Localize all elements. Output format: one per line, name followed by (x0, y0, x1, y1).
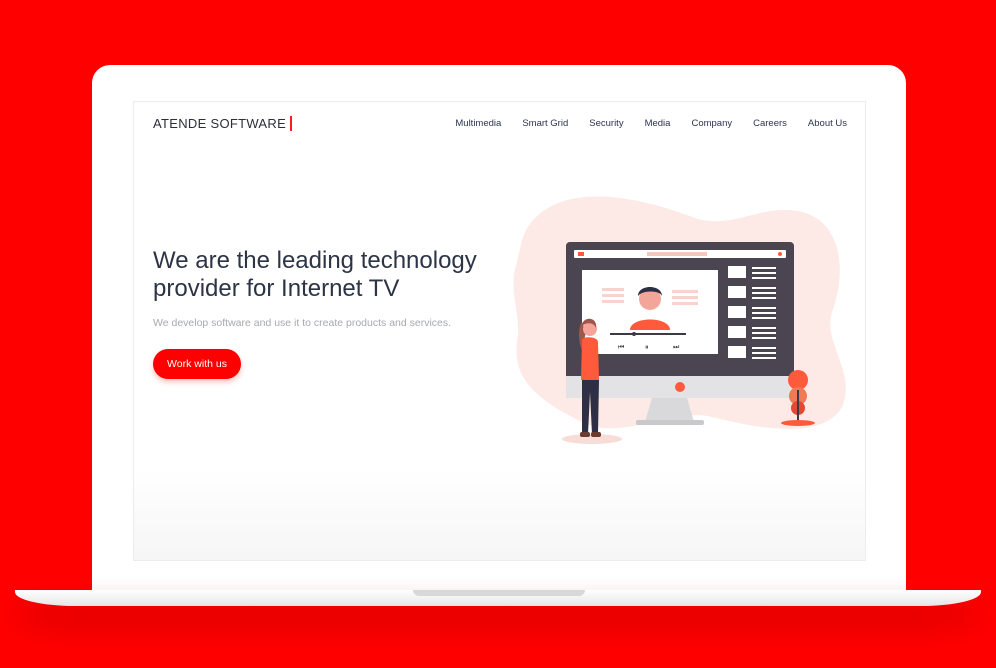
nav-item-media[interactable]: Media (645, 118, 671, 129)
browser-dot (778, 252, 782, 256)
nav-item-company[interactable]: Company (691, 118, 732, 129)
progress-track (610, 333, 686, 335)
work-with-us-button[interactable]: Work with us (153, 349, 241, 379)
website-screen: ATENDE SOFTWARE Multimedia Smart Grid Se… (133, 101, 866, 561)
nav-item-about-us[interactable]: About Us (808, 118, 847, 129)
brand-logo[interactable]: ATENDE SOFTWARE (153, 116, 293, 131)
video-player (582, 270, 718, 354)
tv-illustration: ⏮ ⏸ ⏭ (513, 196, 846, 444)
nav-item-careers[interactable]: Careers (753, 118, 787, 129)
nav-item-multimedia[interactable]: Multimedia (455, 118, 501, 129)
previous-icon: ⏮ (618, 343, 624, 351)
logo-bar-icon (290, 116, 293, 131)
browser-url (647, 252, 707, 256)
brand-name: ATENDE SOFTWARE (153, 116, 287, 131)
monitor-power-icon (675, 382, 685, 392)
next-icon: ⏭ (673, 343, 680, 351)
nav-item-security[interactable]: Security (589, 118, 623, 129)
progress-knob (632, 332, 636, 336)
monitor-stand (645, 398, 694, 422)
monitor-foot (636, 420, 704, 425)
pause-icon: ⏸ (645, 343, 649, 351)
hero-title: We are the leading technology provider f… (153, 247, 477, 302)
main-nav: Multimedia Smart Grid Security Media Com… (434, 118, 847, 129)
hero-subtitle: We develop software and use it to create… (153, 317, 452, 329)
nav-item-smart-grid[interactable]: Smart Grid (522, 118, 568, 129)
browser-tab (578, 252, 584, 256)
laptop-notch (413, 590, 585, 596)
